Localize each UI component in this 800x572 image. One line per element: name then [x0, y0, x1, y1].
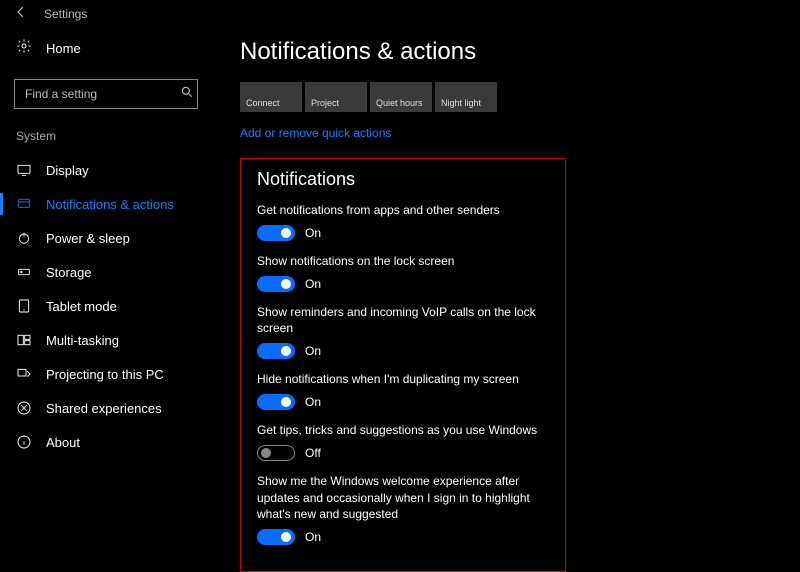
sidebar-item-shared[interactable]: Shared experiences: [0, 391, 212, 425]
sidebar-item-storage[interactable]: Storage: [0, 255, 212, 289]
search-icon: [180, 85, 194, 104]
tile-quiet-hours[interactable]: Quiet hours: [370, 82, 432, 112]
sidebar-item-tablet[interactable]: Tablet mode: [0, 289, 212, 323]
tile-night-light[interactable]: Night light: [435, 82, 497, 112]
toggle-lock-screen[interactable]: [257, 276, 295, 292]
toggle-label: Off: [305, 446, 321, 460]
toggle-get-notifications[interactable]: [257, 225, 295, 241]
tile-connect[interactable]: Connect: [240, 82, 302, 112]
tablet-icon: [16, 298, 32, 314]
home-button[interactable]: Home: [0, 28, 212, 69]
sidebar-item-multitask[interactable]: Multi-tasking: [0, 323, 212, 357]
setting-reminders-voip: Show reminders and incoming VoIP calls o…: [257, 304, 549, 360]
toggle-hide-duplicating[interactable]: [257, 394, 295, 410]
setting-tips: Get tips, tricks and suggestions as you …: [257, 422, 549, 461]
toggle-label: On: [305, 226, 321, 240]
setting-desc: Show notifications on the lock screen: [257, 253, 549, 270]
setting-welcome-experience: Show me the Windows welcome experience a…: [257, 473, 549, 545]
toggle-label: On: [305, 530, 321, 544]
setting-lock-screen: Show notifications on the lock screen On: [257, 253, 549, 292]
projecting-icon: [16, 366, 32, 382]
sidebar-item-power[interactable]: Power & sleep: [0, 221, 212, 255]
sidebar-item-label: Display: [46, 163, 89, 178]
sidebar-item-projecting[interactable]: Projecting to this PC: [0, 357, 212, 391]
sidebar-item-display[interactable]: Display: [0, 153, 212, 187]
notifications-icon: [16, 196, 32, 212]
setting-desc: Hide notifications when I'm duplicating …: [257, 371, 549, 388]
app-title: Settings: [44, 7, 87, 21]
sidebar-item-label: Shared experiences: [46, 401, 162, 416]
setting-hide-duplicating: Hide notifications when I'm duplicating …: [257, 371, 549, 410]
shared-icon: [16, 400, 32, 416]
quick-action-tiles: Connect Project Quiet hours Night light: [240, 82, 800, 112]
sidebar: Home System Display Notifications & acti…: [0, 28, 212, 501]
toggle-reminders-voip[interactable]: [257, 343, 295, 359]
section-label: System: [0, 123, 212, 153]
toggle-label: On: [305, 395, 321, 409]
toggle-label: On: [305, 277, 321, 291]
setting-get-notifications: Get notifications from apps and other se…: [257, 202, 549, 241]
multitask-icon: [16, 332, 32, 348]
tile-project[interactable]: Project: [305, 82, 367, 112]
about-icon: [16, 434, 32, 450]
setting-desc: Show reminders and incoming VoIP calls o…: [257, 304, 549, 338]
sidebar-item-label: Tablet mode: [46, 299, 117, 314]
search-input[interactable]: [25, 87, 180, 101]
sidebar-item-about[interactable]: About: [0, 425, 212, 459]
power-icon: [16, 230, 32, 246]
toggle-welcome-experience[interactable]: [257, 529, 295, 545]
toggle-tips[interactable]: [257, 445, 295, 461]
sidebar-item-notifications[interactable]: Notifications & actions: [0, 187, 212, 221]
setting-desc: Show me the Windows welcome experience a…: [257, 473, 549, 523]
page-title: Notifications & actions: [240, 28, 800, 82]
sidebar-item-label: Projecting to this PC: [46, 367, 164, 382]
edit-quick-actions-link[interactable]: Add or remove quick actions: [240, 112, 391, 158]
display-icon: [16, 162, 32, 178]
main-content: Notifications & actions Connect Project …: [240, 28, 800, 501]
storage-icon: [16, 264, 32, 280]
sidebar-item-label: Power & sleep: [46, 231, 130, 246]
search-input-container[interactable]: [14, 79, 198, 109]
sidebar-item-label: Multi-tasking: [46, 333, 119, 348]
notifications-section: Notifications Get notifications from app…: [240, 158, 566, 572]
home-label: Home: [46, 41, 81, 56]
sidebar-item-label: Storage: [46, 265, 92, 280]
section-heading: Notifications: [257, 169, 549, 190]
sidebar-item-label: Notifications & actions: [46, 197, 174, 212]
back-icon[interactable]: [14, 5, 28, 24]
gear-icon: [16, 38, 32, 59]
setting-desc: Get tips, tricks and suggestions as you …: [257, 422, 549, 439]
setting-desc: Get notifications from apps and other se…: [257, 202, 549, 219]
toggle-label: On: [305, 344, 321, 358]
sidebar-item-label: About: [46, 435, 80, 450]
